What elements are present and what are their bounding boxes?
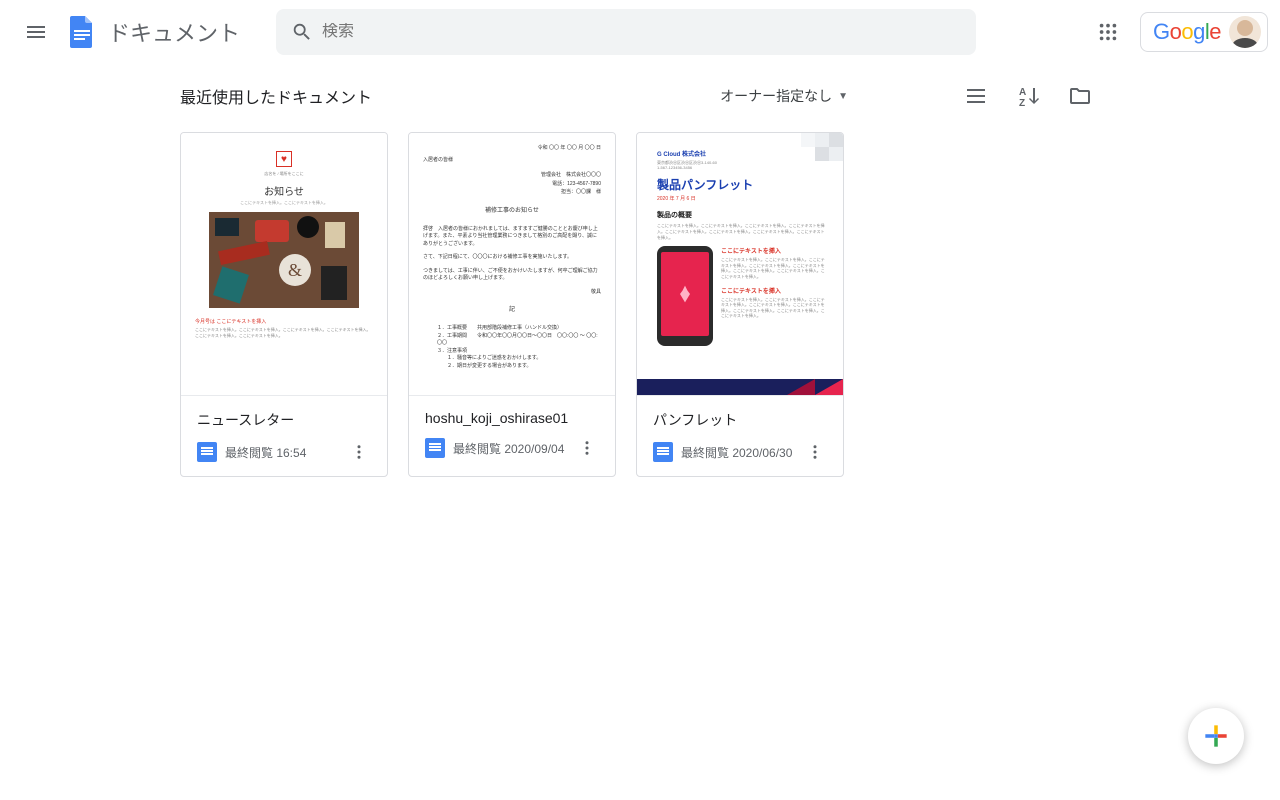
documents-grid: ♥ 店名を / 場所をここに お知らせ ここにテキストを挿入。ここにテキストを挿… <box>180 128 1100 481</box>
document-card[interactable]: G Cloud 株式会社 東京都渋谷区渋谷区渋谷3-140-601-567-12… <box>636 132 844 477</box>
docs-file-icon <box>425 438 445 458</box>
search-input[interactable] <box>322 23 970 41</box>
google-apps-button[interactable] <box>1084 8 1132 56</box>
document-more-button[interactable] <box>573 434 601 462</box>
create-document-fab[interactable] <box>1188 708 1244 764</box>
search-icon <box>282 12 322 52</box>
dropdown-arrow-icon: ▼ <box>838 91 848 102</box>
sort-button[interactable]: AZ <box>1008 76 1048 116</box>
document-meta: 最終閲覧 2020/09/04 <box>453 440 565 457</box>
plus-multicolor-icon <box>1200 720 1232 752</box>
document-more-button[interactable] <box>345 438 373 466</box>
owner-filter-dropdown[interactable]: オーナー指定なし ▼ <box>712 80 856 112</box>
more-vert-icon <box>350 443 368 461</box>
document-thumbnail: ♥ 店名を / 場所をここに お知らせ ここにテキストを挿入。ここにテキストを挿… <box>181 133 387 396</box>
document-more-button[interactable] <box>801 438 829 466</box>
documents-toolbar: 最近使用したドキュメント オーナー指定なし ▼ AZ <box>180 64 1100 128</box>
document-meta: 最終閲覧 2020/06/30 <box>681 444 793 461</box>
sort-az-icon: AZ <box>1016 84 1040 108</box>
document-title: パンフレット <box>653 410 829 430</box>
document-card[interactable]: ♥ 店名を / 場所をここに お知らせ ここにテキストを挿入。ここにテキストを挿… <box>180 132 388 477</box>
apps-grid-icon <box>1097 21 1119 43</box>
docs-file-icon <box>197 442 217 462</box>
list-view-button[interactable] <box>956 76 996 116</box>
document-thumbnail: 令和 〇〇 年 〇〇 月 〇〇 日 入居者の皆様 管理会社 株式会社〇〇〇 電話… <box>409 133 615 396</box>
folder-icon <box>1068 84 1092 108</box>
user-avatar <box>1229 16 1261 48</box>
main-menu-button[interactable] <box>12 8 60 56</box>
document-card[interactable]: 令和 〇〇 年 〇〇 月 〇〇 日 入居者の皆様 管理会社 株式会社〇〇〇 電話… <box>408 132 616 477</box>
document-meta: 最終閲覧 16:54 <box>225 444 337 461</box>
owner-filter-label: オーナー指定なし <box>720 86 832 106</box>
open-file-picker-button[interactable] <box>1060 76 1100 116</box>
more-vert-icon <box>578 439 596 457</box>
google-wordmark: Google <box>1153 19 1221 45</box>
list-icon <box>964 84 988 108</box>
svg-text:A: A <box>1019 87 1026 98</box>
document-thumbnail: G Cloud 株式会社 東京都渋谷区渋谷区渋谷3-140-601-567-12… <box>637 133 843 396</box>
google-account-button[interactable]: Google <box>1140 12 1268 52</box>
more-vert-icon <box>806 443 824 461</box>
app-title: ドキュメント <box>108 16 240 48</box>
document-title: hoshu_koji_oshirase01 <box>425 410 601 426</box>
hamburger-icon <box>24 20 48 44</box>
search-bar[interactable] <box>276 9 976 55</box>
docs-file-icon <box>653 442 673 462</box>
app-header: ドキュメント Google <box>0 0 1280 64</box>
section-title: 最近使用したドキュメント <box>180 84 372 108</box>
svg-text:Z: Z <box>1019 98 1025 108</box>
document-title: ニュースレター <box>197 410 373 430</box>
docs-logo-icon[interactable] <box>64 14 100 50</box>
